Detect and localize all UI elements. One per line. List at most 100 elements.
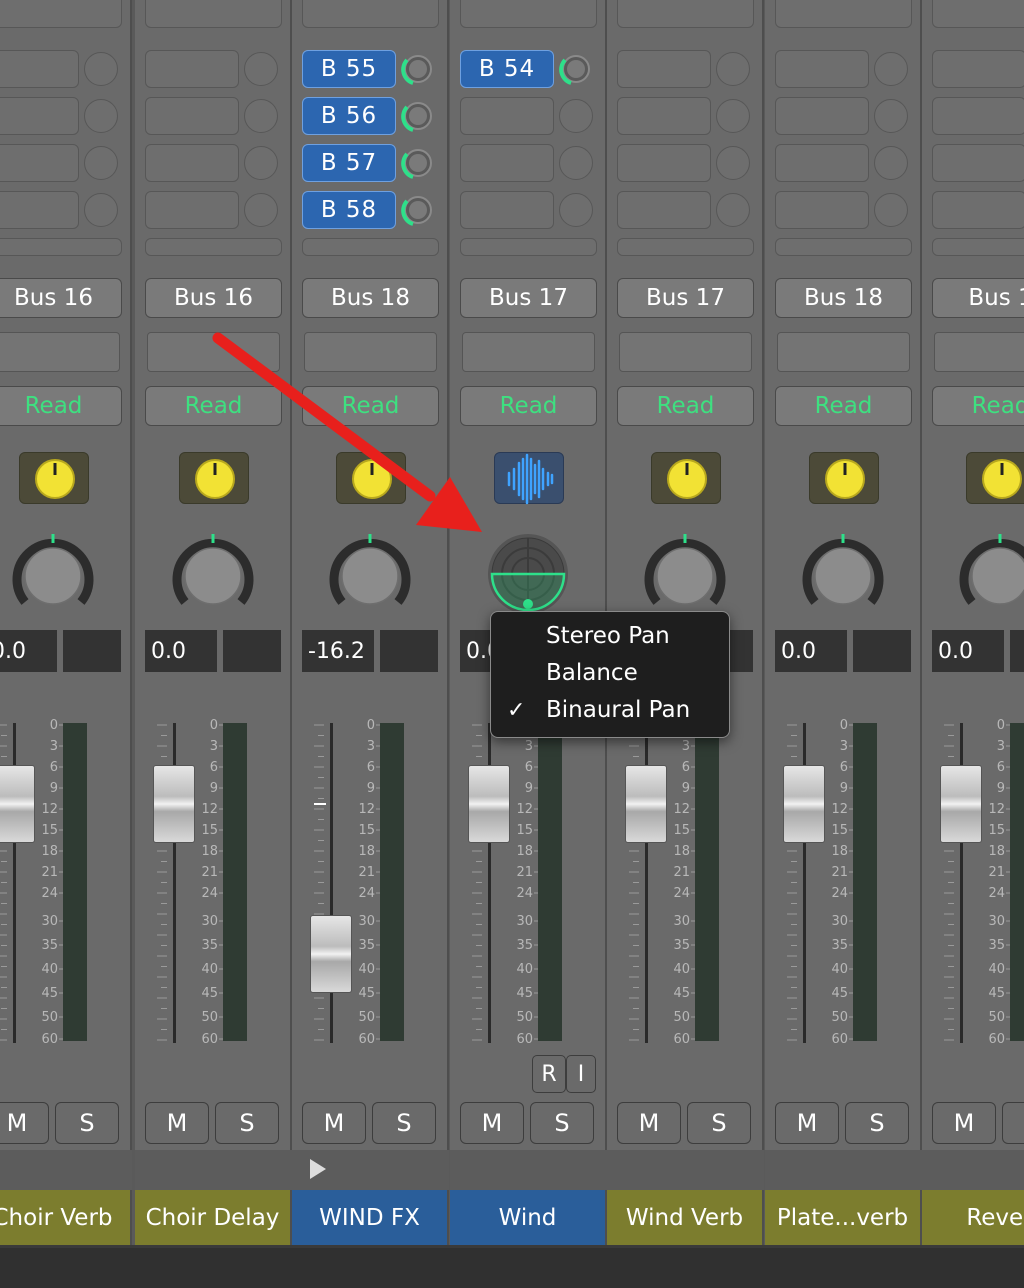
send-slot[interactable] [775, 97, 869, 135]
automation-mode-button[interactable]: Read [617, 386, 754, 426]
fader-cap[interactable] [0, 765, 35, 843]
send-button[interactable]: B 57 [302, 144, 396, 182]
send-level-knob[interactable] [401, 146, 435, 180]
automation-mode-button[interactable]: Read [460, 386, 597, 426]
insert-slot[interactable] [932, 0, 1024, 28]
pan-mode-option[interactable]: ✓ Binaural Pan [491, 692, 729, 729]
track-name-label[interactable]: Rever [922, 1190, 1024, 1245]
send-slot[interactable] [775, 144, 869, 182]
gain-trim-knob[interactable] [336, 452, 406, 504]
pan-knob[interactable] [643, 532, 727, 616]
gain-trim-knob[interactable] [809, 452, 879, 504]
send-slot[interactable] [460, 97, 554, 135]
send-slot[interactable] [932, 97, 1024, 135]
send-slot[interactable] [932, 50, 1024, 88]
send-slot[interactable] [145, 144, 239, 182]
output-bus-button[interactable]: Bus 18 [302, 278, 439, 318]
send-slot[interactable] [145, 191, 239, 229]
automation-mode-button[interactable]: Read [145, 386, 282, 426]
pan-knob[interactable] [328, 532, 412, 616]
fader-cap[interactable] [783, 765, 825, 843]
fader-cap[interactable] [625, 765, 667, 843]
solo-button[interactable]: S [845, 1102, 909, 1144]
binaural-pan-control[interactable] [486, 532, 570, 616]
mute-button[interactable]: M [302, 1102, 366, 1144]
fader-cap[interactable] [468, 765, 510, 843]
pan-knob[interactable] [801, 532, 885, 616]
fader-cap[interactable] [310, 915, 352, 993]
mute-button[interactable]: M [0, 1102, 49, 1144]
send-slot[interactable] [775, 50, 869, 88]
send-slot[interactable] [145, 97, 239, 135]
output-bus-button[interactable]: Bus 1 [932, 278, 1024, 318]
insert-slot[interactable] [775, 0, 912, 28]
output-bus-button[interactable]: Bus 17 [460, 278, 597, 318]
mute-button[interactable]: M [460, 1102, 524, 1144]
output-bus-button[interactable]: Bus 17 [617, 278, 754, 318]
group-slot[interactable] [147, 332, 280, 372]
automation-mode-button[interactable]: Read [0, 386, 122, 426]
send-button[interactable]: B 58 [302, 191, 396, 229]
send-level-knob[interactable] [559, 52, 593, 86]
send-slot[interactable] [775, 191, 869, 229]
group-slot[interactable] [934, 332, 1024, 372]
group-slot[interactable] [777, 332, 910, 372]
insert-slot[interactable] [0, 0, 122, 28]
insert-slot[interactable] [145, 0, 282, 28]
send-slot[interactable] [932, 191, 1024, 229]
group-slot[interactable] [462, 332, 595, 372]
fader-cap[interactable] [153, 765, 195, 843]
send-slot-small[interactable] [932, 238, 1024, 256]
send-slot[interactable] [0, 144, 79, 182]
solo-button[interactable]: S [55, 1102, 119, 1144]
record-enable-button[interactable]: R [532, 1055, 566, 1093]
send-level-knob[interactable] [401, 52, 435, 86]
group-slot[interactable] [619, 332, 752, 372]
send-slot-small[interactable] [460, 238, 597, 256]
gain-trim-knob[interactable] [651, 452, 721, 504]
track-name-label[interactable]: Choir Delay [135, 1190, 292, 1245]
send-slot[interactable] [617, 50, 711, 88]
track-name-label[interactable]: WIND FX [292, 1190, 449, 1245]
gain-trim-knob[interactable] [19, 452, 89, 504]
send-slot[interactable] [617, 97, 711, 135]
insert-slot[interactable] [617, 0, 754, 28]
pan-knob[interactable] [958, 532, 1024, 616]
send-slot[interactable] [932, 144, 1024, 182]
send-slot[interactable] [617, 144, 711, 182]
binaural-waveform-icon[interactable] [494, 452, 564, 505]
send-slot-small[interactable] [145, 238, 282, 256]
send-slot[interactable] [0, 191, 79, 229]
insert-slot[interactable] [302, 0, 439, 28]
mute-button[interactable]: M [145, 1102, 209, 1144]
pan-knob[interactable] [171, 532, 255, 616]
group-slot[interactable] [304, 332, 437, 372]
mute-button[interactable]: M [775, 1102, 839, 1144]
send-slot[interactable] [0, 97, 79, 135]
output-bus-button[interactable]: Bus 16 [145, 278, 282, 318]
pan-knob[interactable] [11, 532, 95, 616]
send-button[interactable]: B 56 [302, 97, 396, 135]
solo-button[interactable]: S [530, 1102, 594, 1144]
track-name-label[interactable]: Wind Verb [607, 1190, 764, 1245]
send-slot[interactable] [0, 50, 79, 88]
gain-trim-knob[interactable] [966, 452, 1024, 504]
gain-trim-knob[interactable] [179, 452, 249, 504]
send-slot-small[interactable] [302, 238, 439, 256]
send-slot-small[interactable] [0, 238, 122, 256]
track-name-label[interactable]: Plate...verb [765, 1190, 922, 1245]
send-button[interactable]: B 54 [460, 50, 554, 88]
send-slot[interactable] [617, 191, 711, 229]
send-slot-small[interactable] [617, 238, 754, 256]
solo-button[interactable]: S [687, 1102, 751, 1144]
mute-button[interactable]: M [617, 1102, 681, 1144]
insert-slot[interactable] [460, 0, 597, 28]
send-slot[interactable] [145, 50, 239, 88]
send-slot[interactable] [460, 144, 554, 182]
send-level-knob[interactable] [401, 193, 435, 227]
solo-button[interactable]: S [372, 1102, 436, 1144]
fader-cap[interactable] [940, 765, 982, 843]
mute-button[interactable]: M [932, 1102, 996, 1144]
pan-mode-option[interactable]: Stereo Pan [491, 618, 729, 655]
group-slot[interactable] [0, 332, 120, 372]
